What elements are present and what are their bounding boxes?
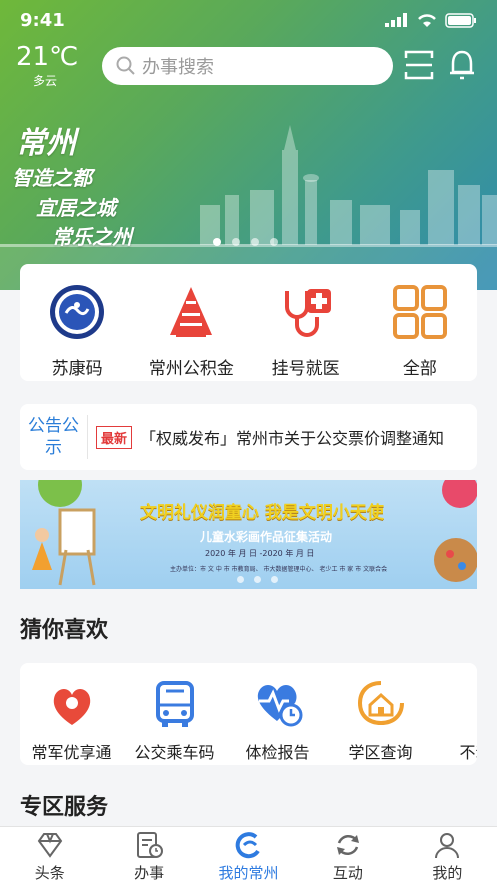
city-logo-icon [233,830,265,860]
tab-headlines[interactable]: 头条 [0,827,99,883]
bus-icon [150,679,200,729]
guess-item-label: 公交乘车码 [134,743,215,762]
carousel-dot[interactable] [254,576,261,583]
stethoscope-icon [276,282,336,342]
battery-icon [445,12,476,28]
banner-carousel-indicator [237,576,278,583]
document-clock-icon [133,830,165,860]
banner-organizers: 主办单位：市 文 中 市 市教育局、 市大数据管理中心、 老少工 市 家 市 文… [170,566,388,573]
notification-button[interactable] [447,48,477,82]
weather-widget[interactable]: 21℃ 多云 [16,42,79,89]
hero-slogan-1: 智造之都 [12,166,92,190]
carousel-dot[interactable] [213,238,221,246]
sukang-code-icon [47,282,107,342]
notice-text[interactable]: 「权威发布」常州市关于公交票价调整通知 [140,425,462,449]
hero-banner[interactable]: 9:41 21℃ 多云 办事搜索 常州 智造之都 宜居之城 常乐之州 [0,0,497,290]
guess-item-label: 常军优享通 [31,743,112,762]
carousel-dot[interactable] [271,576,278,583]
building-icon [459,679,478,729]
refresh-icon [332,830,364,860]
hero-slogan-2: 宜居之城 [36,196,116,220]
status-time: 9:41 [20,9,65,31]
grid-icon [390,282,450,342]
quick-item-sukang-code[interactable]: 苏康码 [20,264,134,381]
quick-item-all[interactable]: 全部 [363,264,477,381]
quick-item-label: 全部 [402,359,437,379]
military-icon [47,679,97,729]
signal-icon [385,13,407,27]
guess-item-real-estate[interactable]: 不动产 [432,663,477,765]
guess-item-label: 学区查询 [348,743,413,762]
tab-label: 我的常州 [218,864,279,882]
guess-item-label: 不动产 [459,743,477,762]
carousel-dot[interactable] [237,576,244,583]
tab-label: 互动 [332,864,363,882]
guess-item-school-district[interactable]: 学区查询 [329,663,432,765]
weather-condition: 多云 [32,74,57,88]
tab-mine[interactable]: 我的 [398,827,497,883]
tab-my-changzhou[interactable]: 我的常州 [199,827,298,883]
bell-icon [450,50,474,80]
quick-item-label: 苏康码 [51,359,103,379]
tab-interaction[interactable]: 互动 [298,827,397,883]
guess-item-label: 体检报告 [245,743,310,762]
quick-item-label: 挂号就医 [271,359,340,379]
temperature: 21℃ [16,42,79,72]
notice-bar[interactable]: 公告公示 最新 「权威发布」常州市关于公交票价调整通知 [20,404,477,470]
section-title-guess: 猜你喜欢 [20,618,109,643]
tab-label: 头条 [34,864,65,882]
diamond-icon [34,830,66,860]
banner-dates: 2020 年 月 日 -2020 年 月 日 [205,549,315,558]
hero-carousel-indicator [213,238,278,246]
housing-fund-icon [161,282,221,342]
carousel-dot[interactable] [270,238,278,246]
section-title-zone: 专区服务 [20,795,109,820]
search-icon [116,56,135,75]
guess-you-like-list: 常军优享通 公交乘车码 体检报告 学区查询 不动产 [20,663,477,765]
quick-services: 苏康码 常州公积金 挂号就医 全部 [20,264,477,381]
guess-item-bus[interactable]: 公交乘车码 [123,663,226,765]
status-bar: 9:41 [20,8,477,32]
quick-item-housing-fund[interactable]: 常州公积金 [134,264,248,381]
new-badge: 最新 [96,425,133,449]
bottom-tab-bar: 头条 办事 我的常州 互动 我的 [0,826,497,883]
tab-label: 我的 [432,864,463,882]
promo-banner[interactable]: 文明礼仪润童心 我是文明小天使 儿童水彩画作品征集活动 2020 年 月 日 -… [20,480,477,589]
health-check-icon [253,679,303,729]
school-district-icon [356,679,406,729]
search-input[interactable]: 办事搜索 [102,47,393,85]
search-placeholder: 办事搜索 [142,57,214,78]
scan-icon [404,50,434,80]
banner-title: 文明礼仪润童心 我是文明小天使 [140,503,384,523]
tab-services[interactable]: 办事 [99,827,198,883]
carousel-dot[interactable] [232,238,240,246]
hero-slogan-3: 常乐之州 [52,225,132,249]
banner-subtitle: 儿童水彩画作品征集活动 [200,530,333,544]
carousel-dot[interactable] [251,238,259,246]
person-icon [431,830,463,860]
guess-item-military[interactable]: 常军优享通 [20,663,123,765]
hero-city-title: 常州 [16,126,76,161]
notice-tag: 公告公示 [20,415,88,459]
guess-item-health-check[interactable]: 体检报告 [226,663,329,765]
quick-item-label: 常州公积金 [148,359,234,379]
tab-label: 办事 [134,864,165,882]
quick-item-hospital[interactable]: 挂号就医 [249,264,363,381]
wifi-icon [418,13,436,27]
scan-button[interactable] [404,48,434,82]
